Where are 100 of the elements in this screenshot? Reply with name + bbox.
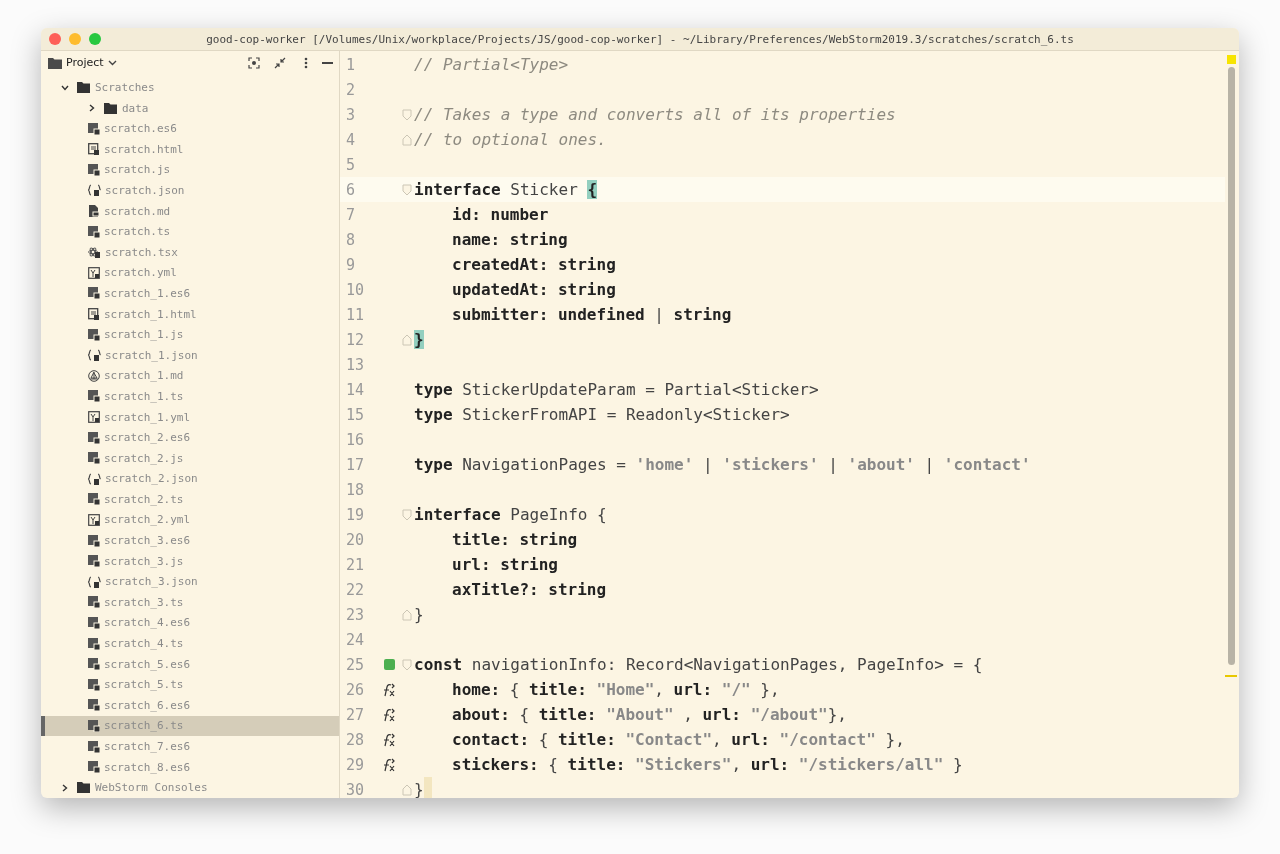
tree-item[interactable]: data — [41, 97, 339, 119]
chevron-right-icon[interactable] — [88, 104, 96, 113]
tree-item[interactable]: scratch_1.ts — [41, 386, 339, 407]
tree-item[interactable]: scratch.tsx — [41, 241, 339, 263]
line-number: 16 — [345, 430, 366, 449]
recursive-call-icon[interactable] — [382, 757, 396, 772]
zoom-button[interactable] — [89, 33, 101, 45]
tree-item[interactable]: scratch_6.ts — [41, 715, 339, 737]
fold-icon[interactable] — [402, 108, 412, 121]
tree-item[interactable]: scratch_6.es6 — [41, 695, 339, 716]
fold-icon[interactable] — [402, 508, 412, 521]
caret-icon — [107, 59, 117, 66]
code-line: name: string — [451, 230, 568, 249]
tree-item[interactable]: scratch_3.es6 — [41, 530, 339, 551]
js-file-icon — [88, 658, 100, 671]
minimize-icon[interactable] — [322, 61, 333, 64]
ts-file-icon — [88, 390, 100, 403]
recursive-call-icon[interactable] — [382, 707, 396, 722]
line-number: 20 — [345, 530, 366, 549]
json-file-icon — [88, 472, 101, 485]
code-line: type StickerUpdateParam = Partial<Sticker> — [414, 380, 819, 399]
tree-item[interactable]: scratch_2.ts — [41, 489, 339, 510]
fold-end-icon[interactable] — [402, 133, 412, 146]
line-number: 18 — [345, 480, 366, 499]
line-number: 30 — [345, 780, 366, 798]
js-file-icon — [88, 555, 100, 568]
js-file-icon — [88, 431, 100, 444]
scrollbar-thumb[interactable] — [1228, 67, 1235, 665]
tree-item[interactable]: Scratches — [41, 77, 339, 98]
code-line: interface Sticker { — [414, 180, 598, 199]
tree-item[interactable]: scratch.es6 — [41, 118, 339, 139]
code-line: updatedAt: string — [451, 280, 616, 299]
tree-item[interactable]: WebStorm Consoles — [41, 777, 339, 798]
warning-marker[interactable] — [1227, 55, 1236, 64]
line-number: 4 — [345, 130, 357, 149]
collapse-icon[interactable] — [274, 56, 286, 69]
fold-icon[interactable] — [402, 183, 412, 196]
fold-end-icon[interactable] — [402, 783, 412, 796]
tree-item[interactable]: scratch_1.es6 — [41, 283, 339, 304]
tree-item[interactable]: scratch_2.es6 — [41, 427, 339, 448]
tree-item[interactable]: scratch_4.es6 — [41, 612, 339, 634]
tree-item[interactable]: scratch_2.yml — [41, 509, 339, 531]
code-line: title: string — [451, 530, 578, 549]
tree-item[interactable]: scratch.yml — [41, 262, 339, 284]
tree-item[interactable]: scratch_1.yml — [41, 406, 339, 428]
tree-item[interactable]: scratch_5.es6 — [41, 653, 339, 675]
close-button[interactable] — [49, 33, 61, 45]
code-line: interface PageInfo { — [414, 505, 607, 524]
project-view-dropdown[interactable]: Project — [48, 56, 117, 70]
tree-item[interactable]: scratch_8.es6 — [41, 756, 339, 778]
chevron-down-icon[interactable] — [61, 83, 69, 92]
line-number: 3 — [345, 105, 357, 124]
recursive-call-icon[interactable] — [382, 682, 396, 697]
tree-item[interactable]: scratch_2.js — [41, 447, 339, 469]
js-file-icon — [88, 534, 100, 547]
ts-file-icon — [88, 637, 100, 650]
line-number: 22 — [345, 580, 366, 599]
tree-item[interactable]: scratch.html — [41, 139, 339, 160]
fold-end-icon[interactable] — [402, 608, 412, 621]
tree-item[interactable]: scratch_7.es6 — [41, 736, 339, 757]
gutter-marker-icon[interactable] — [383, 659, 395, 670]
tree-item[interactable]: scratch_4.ts — [41, 633, 339, 654]
tree-item[interactable]: scratch_5.ts — [41, 674, 339, 696]
line-number: 17 — [345, 455, 366, 474]
recursive-call-icon[interactable] — [382, 732, 396, 747]
fold-icon[interactable] — [402, 658, 412, 671]
html-file-icon — [88, 308, 100, 321]
js-file-icon — [88, 761, 100, 774]
code-line: stickers: { title: "Stickers", url: "/stickers/all" } — [451, 755, 963, 774]
tree-item[interactable]: scratch_3.json — [41, 571, 339, 593]
tree-item[interactable]: scratch_1.json — [41, 344, 339, 366]
atom-icon — [88, 246, 101, 259]
sailboat-icon — [88, 369, 100, 382]
code-line: // to optional ones. — [414, 130, 607, 149]
tree-item[interactable]: scratch.md — [41, 200, 339, 222]
line-number: 28 — [345, 730, 366, 749]
tree-item[interactable]: scratch_3.ts — [41, 592, 339, 613]
tree-item[interactable]: scratch_1.html — [41, 303, 339, 325]
tree-item[interactable]: scratch_3.js — [41, 550, 339, 572]
code-line: } — [414, 780, 424, 798]
tree-item[interactable]: scratch_1.js — [41, 324, 339, 345]
minimize-button[interactable] — [69, 33, 81, 45]
code-line: about: { title: "About" , url: "/about"}, — [451, 705, 847, 724]
code-line: id: number — [451, 205, 549, 224]
line-number: 29 — [345, 755, 366, 774]
tree-item[interactable]: scratch.json — [41, 180, 339, 201]
ts-file-icon — [88, 225, 100, 238]
chevron-right-icon[interactable] — [61, 783, 69, 792]
line-number: 13 — [345, 355, 366, 374]
line-number: 10 — [345, 280, 366, 299]
tree-item[interactable]: scratch.ts — [41, 221, 339, 242]
code-line: } — [414, 605, 424, 624]
tree-item[interactable]: scratch.js — [41, 159, 339, 181]
locate-icon[interactable] — [248, 56, 260, 69]
fold-end-icon[interactable] — [402, 333, 412, 346]
tree-item[interactable]: scratch_1.md — [41, 365, 339, 387]
folder-icon — [48, 56, 62, 69]
ts-file-icon — [88, 493, 100, 506]
tree-item[interactable]: scratch_2.json — [41, 468, 339, 490]
more-icon[interactable] — [304, 56, 308, 69]
